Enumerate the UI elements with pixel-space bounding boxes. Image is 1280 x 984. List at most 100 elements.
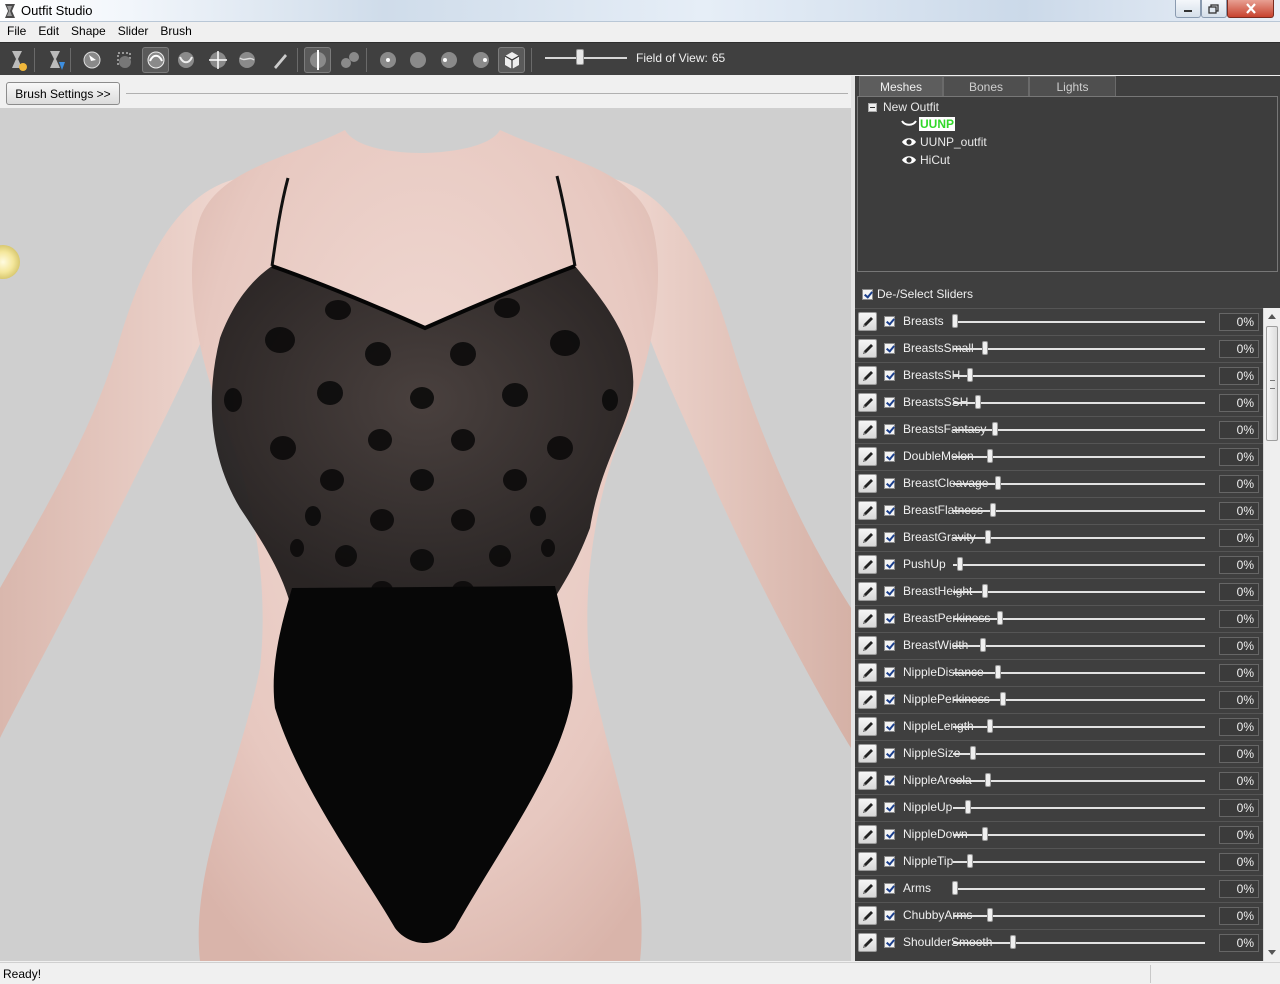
slider-track[interactable] bbox=[953, 834, 1205, 836]
tree-root-label[interactable]: New Outfit bbox=[883, 100, 939, 114]
slider-track[interactable] bbox=[953, 564, 1205, 566]
slider-thumb[interactable] bbox=[984, 530, 991, 544]
slider-track[interactable] bbox=[953, 618, 1205, 620]
slider-checkbox[interactable] bbox=[884, 424, 895, 435]
slider-checkbox[interactable] bbox=[884, 667, 895, 678]
slider-checkbox[interactable] bbox=[884, 640, 895, 651]
slider-checkbox[interactable] bbox=[884, 802, 895, 813]
mask-brush-button[interactable] bbox=[111, 47, 138, 73]
slider-value-field[interactable]: 0% bbox=[1219, 880, 1259, 898]
menu-brush[interactable]: Brush bbox=[160, 22, 191, 41]
slider-value-field[interactable]: 0% bbox=[1219, 745, 1259, 763]
edit-slider-button[interactable] bbox=[858, 501, 877, 520]
slider-checkbox[interactable] bbox=[884, 559, 895, 570]
slider-thumb[interactable] bbox=[982, 341, 989, 355]
fov-slider-track[interactable] bbox=[545, 57, 627, 59]
minimize-button[interactable] bbox=[1175, 0, 1201, 18]
slider-track[interactable] bbox=[953, 429, 1205, 431]
slider-checkbox[interactable] bbox=[884, 910, 895, 921]
slider-checkbox[interactable] bbox=[884, 856, 895, 867]
slider-track[interactable] bbox=[953, 861, 1205, 863]
slider-value-field[interactable]: 0% bbox=[1219, 475, 1259, 493]
edit-slider-button[interactable] bbox=[858, 879, 877, 898]
menu-shape[interactable]: Shape bbox=[71, 22, 106, 41]
slider-thumb[interactable] bbox=[992, 422, 999, 436]
slider-checkbox[interactable] bbox=[884, 370, 895, 381]
collapse-toggle-icon[interactable] bbox=[868, 103, 877, 112]
edit-slider-button[interactable] bbox=[858, 339, 877, 358]
slider-thumb[interactable] bbox=[964, 800, 971, 814]
slider-thumb[interactable] bbox=[979, 638, 986, 652]
close-button[interactable] bbox=[1227, 0, 1274, 18]
slider-track[interactable] bbox=[953, 321, 1205, 323]
select-brush-button[interactable] bbox=[78, 47, 105, 73]
slider-list-scrollbar[interactable] bbox=[1263, 308, 1280, 961]
slider-checkbox[interactable] bbox=[884, 586, 895, 597]
slider-track[interactable] bbox=[953, 807, 1205, 809]
brush-settings-button[interactable]: Brush Settings >> bbox=[6, 82, 120, 105]
slider-thumb[interactable] bbox=[982, 827, 989, 841]
connected-only-button[interactable] bbox=[336, 47, 363, 73]
scroll-down-icon[interactable] bbox=[1268, 950, 1276, 955]
slider-value-field[interactable]: 0% bbox=[1219, 853, 1259, 871]
load-outfit-button[interactable] bbox=[42, 47, 69, 73]
slider-checkbox[interactable] bbox=[884, 532, 895, 543]
slider-track[interactable] bbox=[953, 402, 1205, 404]
eye-icon[interactable] bbox=[901, 154, 917, 166]
slider-value-field[interactable]: 0% bbox=[1219, 556, 1259, 574]
x-mirror-button[interactable] bbox=[304, 47, 331, 73]
edit-slider-button[interactable] bbox=[858, 555, 877, 574]
slider-checkbox[interactable] bbox=[884, 883, 895, 894]
edit-slider-button[interactable] bbox=[858, 582, 877, 601]
edit-slider-button[interactable] bbox=[858, 798, 877, 817]
slider-checkbox[interactable] bbox=[884, 829, 895, 840]
slider-track[interactable] bbox=[953, 672, 1205, 674]
slider-thumb[interactable] bbox=[952, 881, 958, 895]
slider-thumb[interactable] bbox=[967, 854, 974, 868]
edit-slider-button[interactable] bbox=[858, 663, 877, 682]
slider-track[interactable] bbox=[953, 942, 1205, 944]
edit-slider-button[interactable] bbox=[858, 744, 877, 763]
slider-checkbox[interactable] bbox=[884, 937, 895, 948]
slider-checkbox[interactable] bbox=[884, 694, 895, 705]
edit-slider-button[interactable] bbox=[858, 933, 877, 952]
mesh-item[interactable]: UUNP bbox=[901, 116, 956, 132]
slider-track[interactable] bbox=[953, 888, 1205, 890]
scroll-up-icon[interactable] bbox=[1268, 314, 1276, 319]
slider-value-field[interactable]: 0% bbox=[1219, 718, 1259, 736]
eye-closed-icon[interactable] bbox=[901, 118, 917, 130]
slider-thumb[interactable] bbox=[967, 368, 974, 382]
slider-value-field[interactable]: 0% bbox=[1219, 826, 1259, 844]
edit-slider-button[interactable] bbox=[858, 771, 877, 790]
edit-slider-button[interactable] bbox=[858, 393, 877, 412]
slider-value-field[interactable]: 0% bbox=[1219, 934, 1259, 952]
edit-slider-button[interactable] bbox=[858, 690, 877, 709]
slider-checkbox[interactable] bbox=[884, 451, 895, 462]
slider-track[interactable] bbox=[953, 699, 1205, 701]
slider-checkbox[interactable] bbox=[884, 613, 895, 624]
slider-thumb[interactable] bbox=[984, 773, 991, 787]
slider-thumb[interactable] bbox=[994, 665, 1001, 679]
tab-bones[interactable]: Bones bbox=[943, 76, 1029, 96]
slider-thumb[interactable] bbox=[999, 692, 1006, 706]
3d-viewport[interactable] bbox=[0, 108, 851, 961]
slider-value-field[interactable]: 0% bbox=[1219, 907, 1259, 925]
slider-track[interactable] bbox=[953, 753, 1205, 755]
slider-thumb[interactable] bbox=[969, 746, 976, 760]
slider-value-field[interactable]: 0% bbox=[1219, 421, 1259, 439]
slider-value-field[interactable]: 0% bbox=[1219, 502, 1259, 520]
inflate-brush-button[interactable] bbox=[142, 47, 169, 73]
edit-slider-button[interactable] bbox=[858, 825, 877, 844]
deflate-brush-button[interactable] bbox=[172, 47, 199, 73]
slider-thumb[interactable] bbox=[997, 611, 1004, 625]
left-view-button[interactable] bbox=[435, 47, 462, 73]
menu-file[interactable]: File bbox=[7, 22, 26, 41]
edit-slider-button[interactable] bbox=[858, 528, 877, 547]
slider-track[interactable] bbox=[953, 483, 1205, 485]
edit-slider-button[interactable] bbox=[858, 474, 877, 493]
slider-thumb[interactable] bbox=[987, 449, 994, 463]
slider-checkbox[interactable] bbox=[884, 316, 895, 327]
slider-thumb[interactable] bbox=[982, 584, 989, 598]
slider-value-field[interactable]: 0% bbox=[1219, 448, 1259, 466]
slider-thumb[interactable] bbox=[989, 503, 996, 517]
